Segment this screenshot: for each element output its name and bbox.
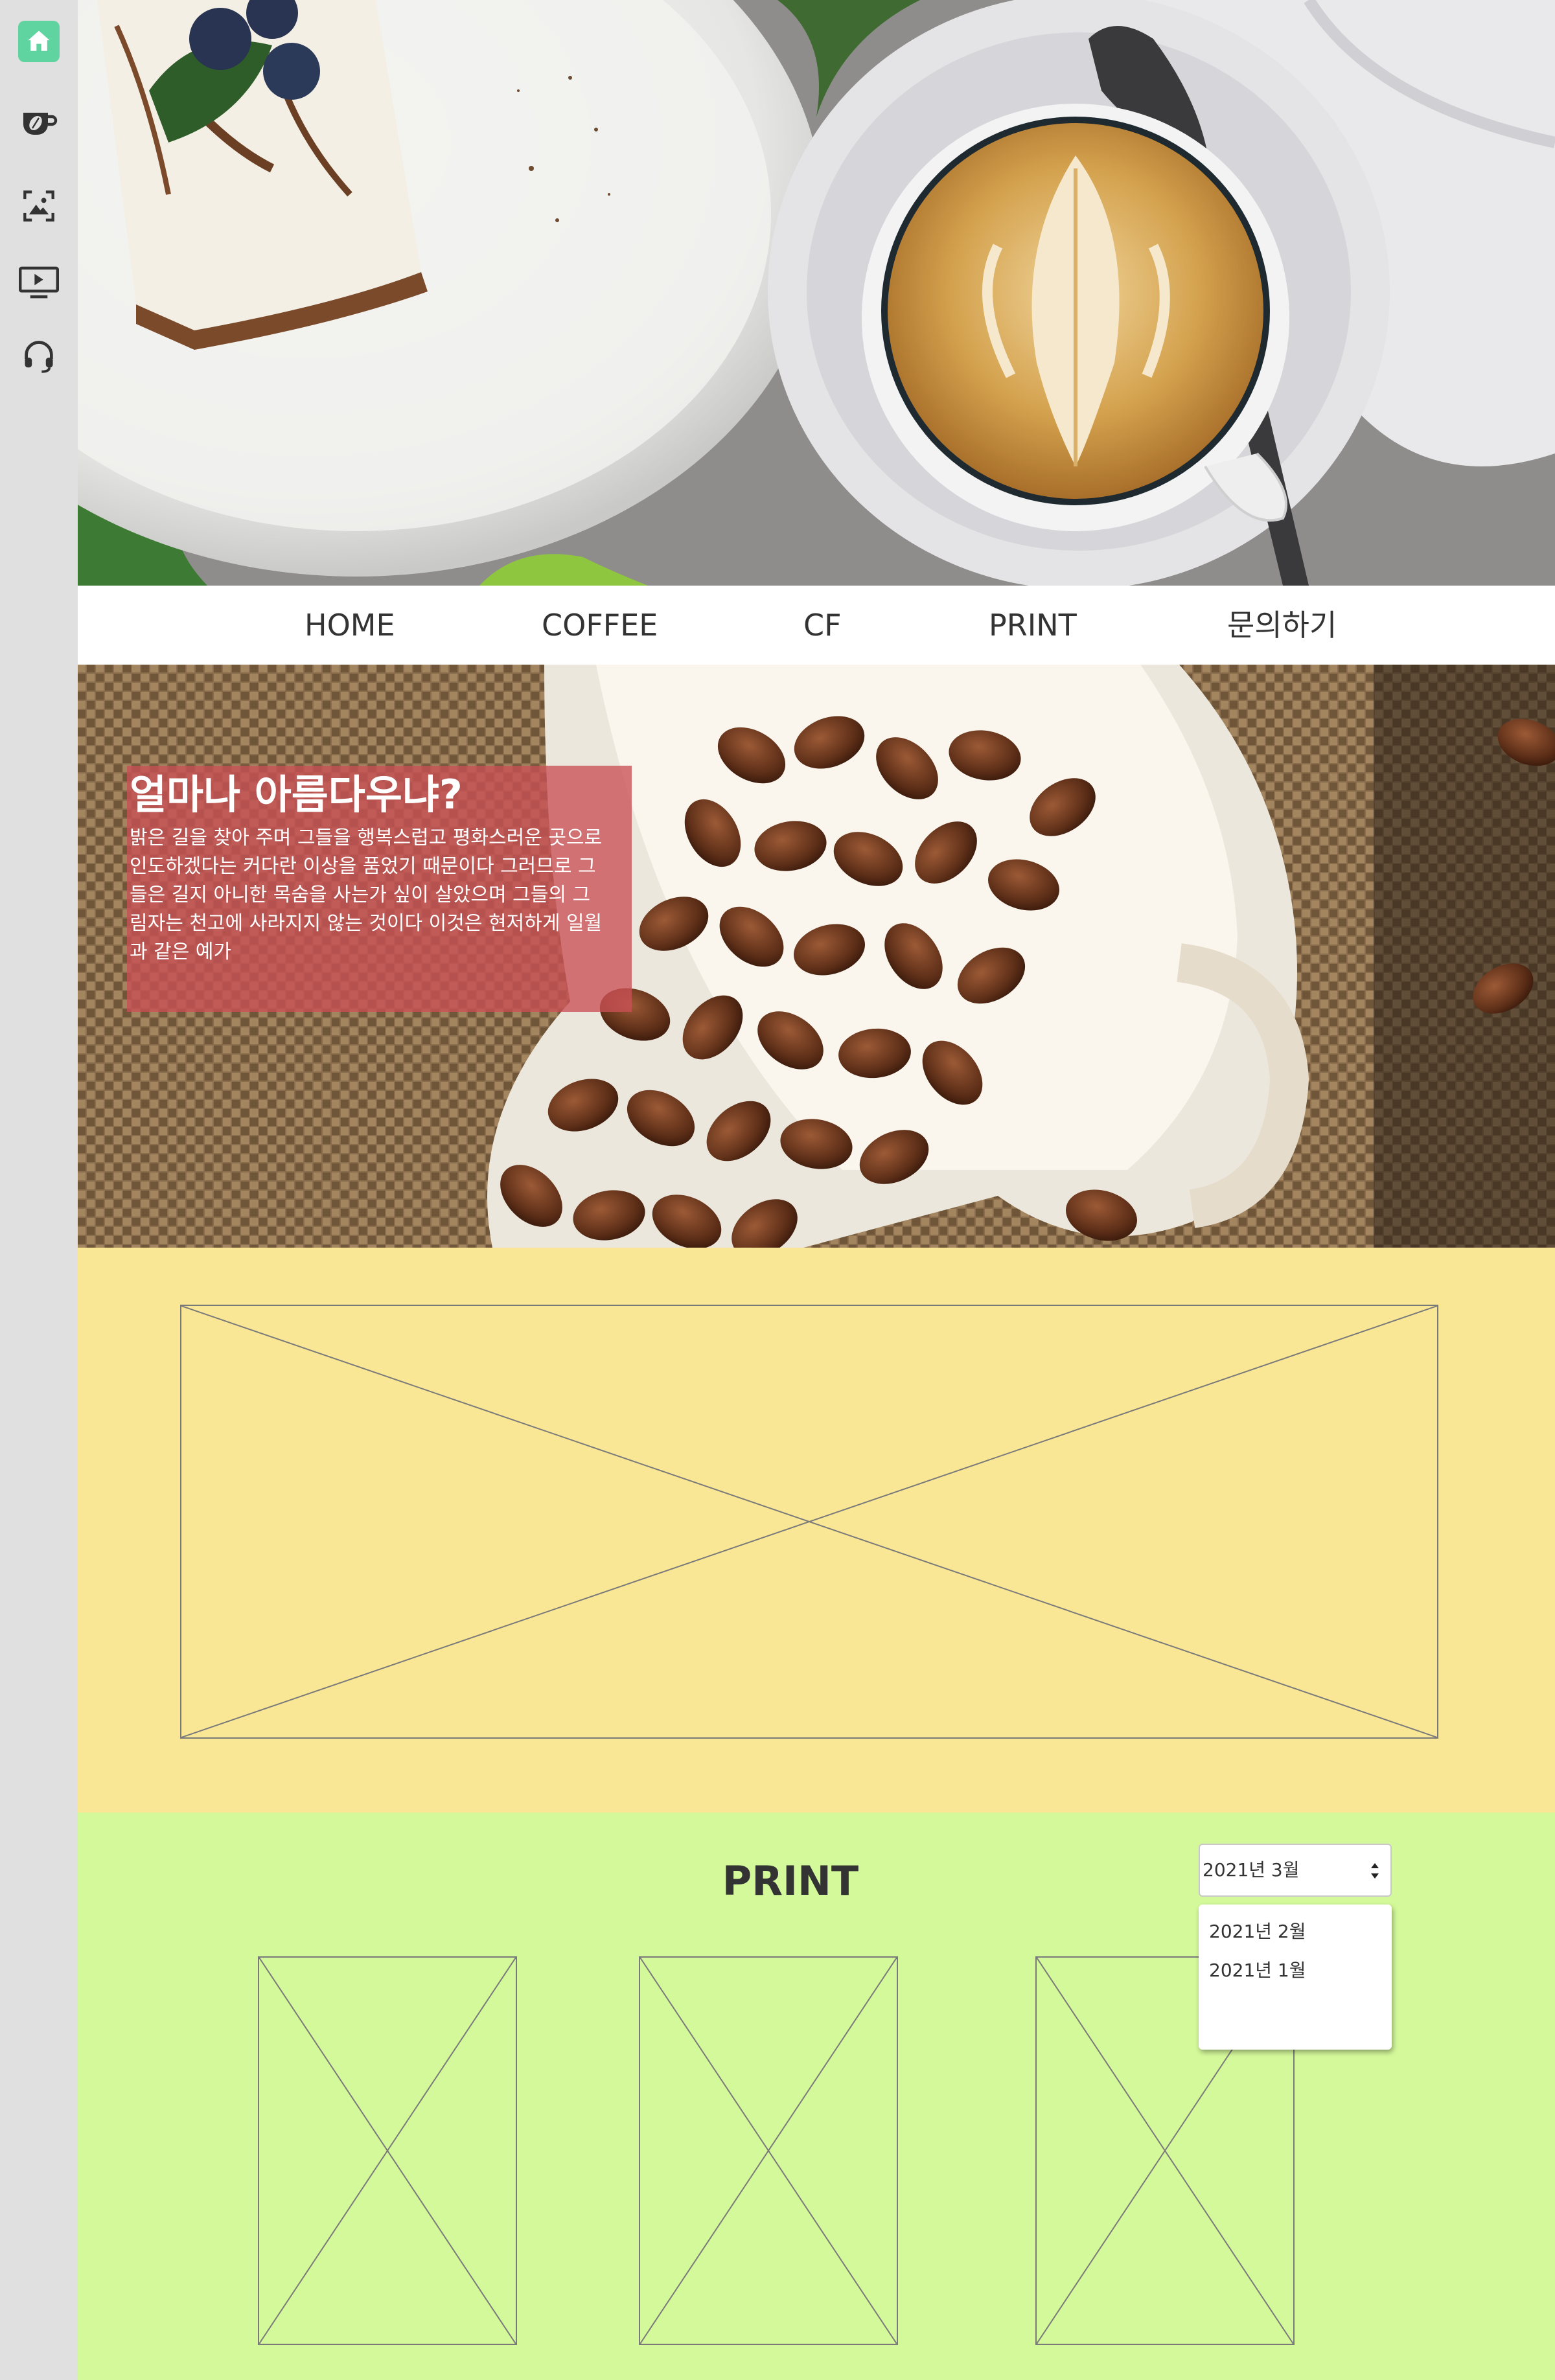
month-select[interactable]: 2021년 3월 bbox=[1199, 1844, 1392, 1897]
feature-section bbox=[78, 1248, 1555, 1813]
banner-body-line: 밝은 길을 찾아 주며 그들을 행복스럽고 평화스러운 곳으로 bbox=[130, 827, 603, 849]
video-player-icon bbox=[19, 266, 59, 299]
hero-image bbox=[78, 0, 1555, 586]
sidebar bbox=[0, 0, 78, 2380]
banner-body-line: 인도하겠다는 커다란 이상을 품었기 때문이다 그러므로 그 bbox=[130, 855, 596, 878]
placeholder-cross bbox=[181, 1306, 1437, 1737]
up-down-arrows-icon bbox=[1371, 1863, 1379, 1879]
home-icon bbox=[28, 30, 50, 51]
sidebar-item-gallery[interactable] bbox=[18, 185, 60, 227]
coffee-cup-icon bbox=[23, 113, 58, 135]
coffee-banner: 얼마나 아름다우냐? 밝은 길을 찾아 주며 그들을 행복스럽고 평화스러운 곳… bbox=[78, 665, 1555, 1248]
nav-print[interactable]: PRINT bbox=[989, 586, 1077, 665]
banner-body: 밝은 길을 찾아 주며 그들을 행복스럽고 평화스러운 곳으로 인도하겠다는 커… bbox=[130, 824, 628, 967]
month-select-value: 2021년 3월 bbox=[1203, 1859, 1300, 1881]
sidebar-item-contact[interactable] bbox=[18, 336, 60, 377]
image-placeholder bbox=[180, 1305, 1438, 1739]
sidebar-item-home[interactable] bbox=[18, 21, 60, 62]
banner-body-line: 림자는 천고에 사라지지 않는 것이다 이것은 현저하게 일월 bbox=[130, 912, 603, 935]
coffee-and-cake-photo bbox=[78, 0, 1555, 586]
print-title: PRINT bbox=[722, 1857, 859, 1905]
banner-text-card: 얼마나 아름다우냐? 밝은 길을 찾아 주며 그들을 행복스럽고 평화스러운 곳… bbox=[127, 766, 632, 1012]
month-option[interactable]: 2021년 1월 bbox=[1209, 1951, 1306, 1990]
banner-body-line: 들은 길지 아니한 목숨을 사는가 싶이 살았으며 그들의 그 bbox=[130, 884, 591, 906]
nav-contact[interactable]: 문의하기 bbox=[1227, 586, 1337, 665]
print-thumbnail[interactable] bbox=[639, 1956, 898, 2345]
print-thumbnail[interactable] bbox=[258, 1956, 517, 2345]
nav-home[interactable]: HOME bbox=[305, 586, 395, 665]
placeholder-cross bbox=[259, 1958, 516, 2344]
print-section: PRINT 2021년 3월 2021년 2월 2021년 1월 bbox=[78, 1813, 1555, 2380]
sidebar-item-cf-video[interactable] bbox=[18, 262, 60, 303]
nav-coffee[interactable]: COFFEE bbox=[542, 586, 658, 665]
month-dropdown: 2021년 2월 2021년 1월 bbox=[1199, 1905, 1392, 2050]
sidebar-item-coffee[interactable] bbox=[18, 102, 60, 144]
placeholder-cross bbox=[640, 1958, 897, 2344]
image-gallery-icon bbox=[23, 190, 54, 222]
banner-title: 얼마나 아름다우냐? bbox=[130, 771, 463, 818]
banner-body-line: 과 같은 예가 bbox=[130, 941, 232, 963]
main-nav: HOME COFFEE CF PRINT 문의하기 bbox=[78, 586, 1555, 665]
nav-cf[interactable]: CF bbox=[803, 586, 842, 665]
headset-icon bbox=[25, 341, 53, 373]
month-option[interactable]: 2021년 2월 bbox=[1209, 1912, 1306, 1951]
